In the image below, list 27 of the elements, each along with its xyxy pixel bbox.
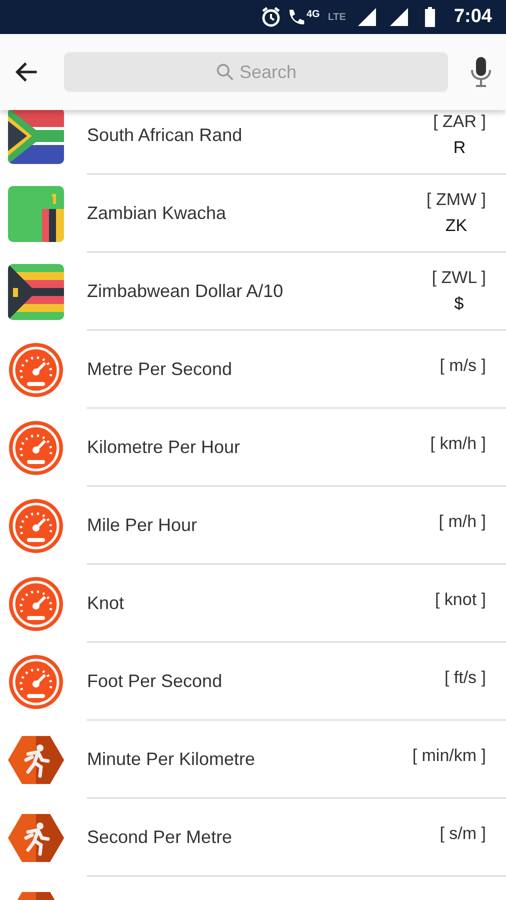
unit-code: [ ZMW ]: [426, 189, 486, 212]
unit-name: Metre Per Second: [87, 358, 232, 380]
unit-symbol: ZK: [445, 215, 468, 238]
search-field[interactable]: Search: [64, 52, 448, 92]
unit-name: South African Rand: [87, 124, 242, 146]
unit-name: Knot: [87, 592, 124, 614]
unit-symbol: R: [453, 137, 466, 160]
unit-code: [ ZAR ]: [433, 111, 486, 134]
unit-code: [ ft/s ]: [444, 666, 486, 689]
unit-name: Kilometre Per Hour: [87, 436, 240, 458]
unit-name: Zimbabwean Dollar A/10: [87, 280, 284, 302]
unit-code: [ knot ]: [434, 588, 486, 611]
clock-time: 7:04: [454, 4, 492, 29]
unit-name: Zambian Kwacha: [87, 202, 226, 224]
unit-code: [ min/km ]: [412, 744, 486, 767]
unit-code: [ m/h ]: [438, 510, 486, 533]
unit-code: [ km/h ]: [430, 432, 486, 455]
unit-code: [ m/s ]: [440, 354, 486, 377]
network-label: 4G: [306, 8, 320, 22]
unit-name: Second Per Metre: [87, 826, 232, 848]
unit-name: Minute Per Kilometre: [87, 748, 256, 770]
network-label: LTE: [328, 10, 346, 24]
unit-code: [ ZWL ]: [432, 267, 486, 290]
unit-name: Foot Per Second: [87, 670, 222, 692]
unit-name: Mile Per Hour: [87, 514, 198, 536]
unit-code: [ s/m ]: [440, 822, 486, 845]
unit-symbol: $: [454, 293, 464, 316]
